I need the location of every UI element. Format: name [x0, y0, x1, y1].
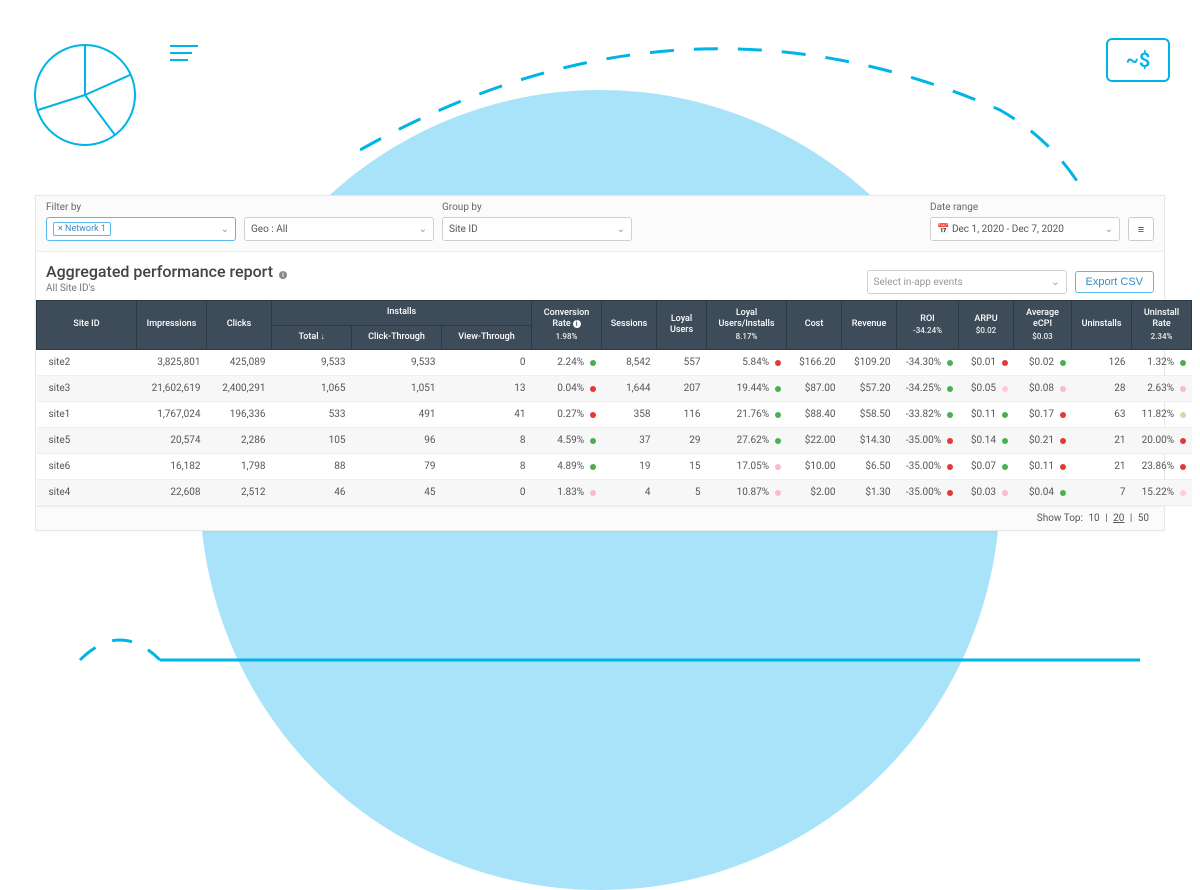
- col-installs-total[interactable]: Total↓: [272, 325, 352, 350]
- chevron-down-icon: ⌄: [419, 224, 427, 235]
- table-header: Site ID Impressions Clicks Installs Conv…: [37, 301, 1192, 350]
- col-loyal-users-installs[interactable]: Loyal Users/Installs8.17%: [707, 301, 787, 350]
- filter-network-select[interactable]: × Network 1 ⌄: [46, 217, 236, 241]
- pager-option-20[interactable]: 20: [1113, 513, 1124, 524]
- filter-network-tag[interactable]: × Network 1: [53, 222, 111, 236]
- table-row[interactable]: site616,1821,798887984.89% 191517.05% $1…: [37, 454, 1192, 480]
- group-by-label: Group by: [442, 202, 632, 213]
- pager-option-10[interactable]: 10: [1088, 513, 1099, 524]
- col-installs-view-through[interactable]: View-Through: [442, 325, 532, 350]
- title-row: Aggregated performance report i All Site…: [36, 252, 1164, 300]
- chevron-down-icon: ⌄: [1051, 277, 1059, 288]
- col-sessions[interactable]: Sessions: [602, 301, 657, 350]
- report-subtitle: All Site ID's: [46, 283, 287, 294]
- col-roi[interactable]: ROI-34.24%: [897, 301, 959, 350]
- col-cost[interactable]: Cost: [787, 301, 842, 350]
- report-title: Aggregated performance report i: [46, 262, 287, 281]
- sliders-icon: ≡: [1138, 223, 1144, 236]
- pager-option-50[interactable]: 50: [1138, 513, 1149, 524]
- col-revenue[interactable]: Revenue: [842, 301, 897, 350]
- filter-by-label: Filter by: [46, 202, 236, 213]
- table-row[interactable]: site422,6082,512464501.83% 4510.87% $2.0…: [37, 480, 1192, 506]
- decor-dashed-line: [60, 580, 1160, 700]
- col-clicks[interactable]: Clicks: [207, 301, 272, 350]
- col-installs-click-through[interactable]: Click-Through: [352, 325, 442, 350]
- info-icon: i: [573, 320, 581, 328]
- col-avg-ecpi[interactable]: Average eCPI$0.03: [1014, 301, 1072, 350]
- table-row[interactable]: site23,825,801425,0899,5339,53302.24% 8,…: [37, 350, 1192, 376]
- col-conversion-rate[interactable]: Conversion Ratei1.98%: [532, 301, 602, 350]
- chevron-down-icon: ⌄: [221, 224, 229, 235]
- decor-dollar-box: ~$: [1106, 38, 1170, 82]
- filter-geo-select[interactable]: Geo : All ⌄: [244, 217, 434, 241]
- col-arpu[interactable]: ARPU$0.02: [959, 301, 1014, 350]
- export-csv-button[interactable]: Export CSV: [1075, 271, 1154, 293]
- info-icon[interactable]: i: [279, 271, 287, 279]
- table-row[interactable]: site520,5742,2861059684.59% 372927.62% $…: [37, 428, 1192, 454]
- settings-button[interactable]: ≡: [1128, 217, 1154, 241]
- decor-hamburger-icon: [170, 40, 198, 66]
- report-panel: Filter by × Network 1 ⌄ Geo : All ⌄ Grou…: [35, 195, 1165, 531]
- col-uninstall-rate[interactable]: Uninstall Rate2.34%: [1132, 301, 1192, 350]
- group-by-select[interactable]: Site ID ⌄: [442, 217, 632, 241]
- inapp-events-select[interactable]: Select in-app events ⌄: [867, 270, 1067, 294]
- chevron-down-icon: ⌄: [617, 224, 625, 235]
- performance-table: Site ID Impressions Clicks Installs Conv…: [36, 300, 1192, 506]
- col-installs-group[interactable]: Installs: [272, 301, 532, 326]
- col-site-id[interactable]: Site ID: [37, 301, 137, 350]
- sort-desc-icon: ↓: [321, 332, 325, 341]
- filters-row: Filter by × Network 1 ⌄ Geo : All ⌄ Grou…: [36, 196, 1164, 252]
- table-body: site23,825,801425,0899,5339,53302.24% 8,…: [37, 350, 1192, 506]
- pagination: Show Top: 10 | 20 | 50: [36, 506, 1164, 530]
- table-row[interactable]: site321,602,6192,400,2911,0651,051130.04…: [37, 376, 1192, 402]
- date-range-select[interactable]: 📅 Dec 1, 2020 - Dec 7, 2020 ⌄: [930, 217, 1120, 241]
- col-impressions[interactable]: Impressions: [137, 301, 207, 350]
- table-row[interactable]: site11,767,024196,336533491410.27% 35811…: [37, 402, 1192, 428]
- col-loyal-users[interactable]: Loyal Users: [657, 301, 707, 350]
- col-uninstalls[interactable]: Uninstalls: [1072, 301, 1132, 350]
- date-range-label: Date range: [930, 202, 1120, 213]
- decor-pie-icon: [30, 40, 140, 150]
- chevron-down-icon: ⌄: [1105, 224, 1113, 235]
